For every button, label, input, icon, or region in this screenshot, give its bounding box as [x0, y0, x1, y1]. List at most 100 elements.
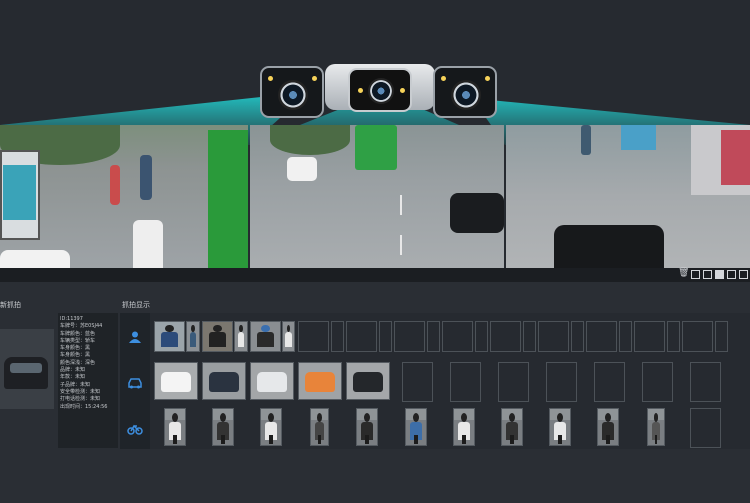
empty-slot[interactable]	[538, 321, 569, 352]
nonmotor-thumbnail[interactable]	[356, 408, 378, 446]
body-shape	[209, 332, 226, 347]
detail-line: 车牌颜色：蓝色	[60, 330, 96, 337]
empty-slot[interactable]	[498, 362, 529, 402]
nonmotor-thumbnail[interactable]	[647, 408, 665, 446]
person-thumbnail[interactable]	[234, 321, 248, 352]
camera-device	[255, 58, 505, 128]
fullscreen-icon[interactable]	[691, 270, 700, 279]
empty-slot[interactable]	[619, 321, 632, 352]
video-feed-center[interactable]	[250, 125, 504, 268]
bicycle-icon[interactable]	[127, 423, 143, 435]
led-icon	[358, 88, 363, 93]
person-thumbnail[interactable]	[186, 321, 200, 352]
person-icon[interactable]	[127, 331, 143, 343]
detail-line: 车牌号：苏E0SJ44	[60, 323, 103, 330]
empty-slot[interactable]	[642, 362, 673, 402]
nonmotor-thumbnail[interactable]	[310, 408, 329, 446]
head-shape	[364, 412, 370, 422]
person-thumbnail[interactable]	[202, 321, 233, 352]
video-feed-right[interactable]	[506, 125, 750, 268]
green-truck	[355, 125, 397, 170]
nonmotor-thumbnail[interactable]	[549, 408, 571, 446]
lens-icon	[278, 80, 308, 110]
empty-slot[interactable]	[298, 321, 329, 352]
nonmotor-thumbnail[interactable]	[453, 408, 475, 446]
grid-icon[interactable]	[727, 270, 736, 279]
vehicle-thumbnail[interactable]	[202, 362, 246, 400]
empty-slot[interactable]	[594, 362, 625, 402]
car-icon[interactable]	[127, 377, 143, 389]
empty-slot[interactable]	[682, 321, 713, 352]
pedestrian	[581, 125, 591, 155]
head-shape	[461, 412, 467, 422]
vehicle-thumbnail[interactable]	[298, 362, 342, 400]
empty-slot[interactable]	[442, 321, 473, 352]
car-shape	[161, 372, 191, 392]
empty-slot[interactable]	[394, 321, 425, 352]
empty-slot[interactable]	[331, 321, 344, 352]
body-shape	[189, 332, 197, 347]
empty-slot[interactable]	[427, 321, 440, 352]
vehicle-thumbnail[interactable]	[154, 362, 198, 400]
head-shape	[172, 412, 178, 422]
nonmotor-thumbnail[interactable]	[405, 408, 427, 446]
empty-slot[interactable]	[490, 321, 521, 352]
nonmotor-thumbnail[interactable]	[212, 408, 234, 446]
vehicle-thumbnail[interactable]	[250, 362, 294, 400]
nonmotor-thumbnail[interactable]	[501, 408, 523, 446]
nonmotor-thumbnail[interactable]	[597, 408, 619, 446]
detail-line: 年款：未知	[60, 374, 86, 381]
empty-slot[interactable]	[346, 321, 377, 352]
head-shape	[509, 412, 515, 422]
camera-left	[260, 66, 324, 118]
head-shape	[191, 324, 195, 333]
toolbar: 🗑	[0, 268, 750, 282]
windshield	[10, 363, 42, 373]
car-shape	[4, 357, 48, 389]
kiosk	[621, 125, 656, 150]
export-icon[interactable]	[739, 270, 748, 279]
body-shape	[161, 332, 178, 347]
head-shape	[286, 324, 291, 333]
empty-slot[interactable]	[715, 321, 728, 352]
person-thumbnail[interactable]	[154, 321, 185, 352]
empty-slot[interactable]	[586, 321, 617, 352]
app-stage: 🗑 新抓拍 抓拍显示 ID:11397 车牌号：苏E0SJ44 车牌颜色：蓝色 …	[0, 0, 750, 503]
empty-slot[interactable]	[379, 321, 392, 352]
empty-slot[interactable]	[571, 321, 584, 352]
body-shape	[285, 332, 292, 347]
person-thumbnail[interactable]	[282, 321, 295, 352]
white-car	[0, 250, 70, 268]
layout-icon[interactable]	[703, 270, 712, 279]
vehicle-thumbnail[interactable]	[346, 362, 390, 400]
detail-line: 打电话检测：未知	[60, 396, 101, 403]
empty-slot[interactable]	[690, 408, 721, 448]
head-shape	[653, 412, 659, 422]
detail-line: 出现时间：15:24:56	[60, 403, 108, 410]
body-shape	[237, 332, 245, 347]
empty-slot[interactable]	[667, 321, 680, 352]
green-truck	[208, 130, 248, 268]
empty-slot[interactable]	[475, 321, 488, 352]
wheel-shape	[173, 434, 177, 444]
latest-capture-image[interactable]	[0, 329, 54, 409]
empty-slot[interactable]	[450, 362, 481, 402]
person-thumbnail[interactable]	[250, 321, 281, 352]
empty-slot[interactable]	[690, 362, 721, 402]
nonmotor-thumbnail[interactable]	[164, 408, 186, 446]
head-shape	[413, 412, 419, 422]
trash-icon[interactable]: 🗑	[678, 269, 689, 279]
empty-slot[interactable]	[402, 362, 433, 402]
empty-slot[interactable]	[523, 321, 536, 352]
empty-slot[interactable]	[634, 321, 665, 352]
empty-slot[interactable]	[546, 362, 577, 402]
tree-shape	[270, 125, 350, 155]
latest-capture-label: 新抓拍	[0, 301, 21, 309]
road-marking	[400, 235, 402, 255]
video-feed-left[interactable]	[0, 125, 248, 268]
wheel-shape	[606, 434, 610, 444]
folder-icon[interactable]	[715, 270, 724, 279]
nonmotor-thumbnail[interactable]	[260, 408, 282, 446]
black-car	[554, 225, 664, 268]
pedestrian	[140, 155, 152, 200]
